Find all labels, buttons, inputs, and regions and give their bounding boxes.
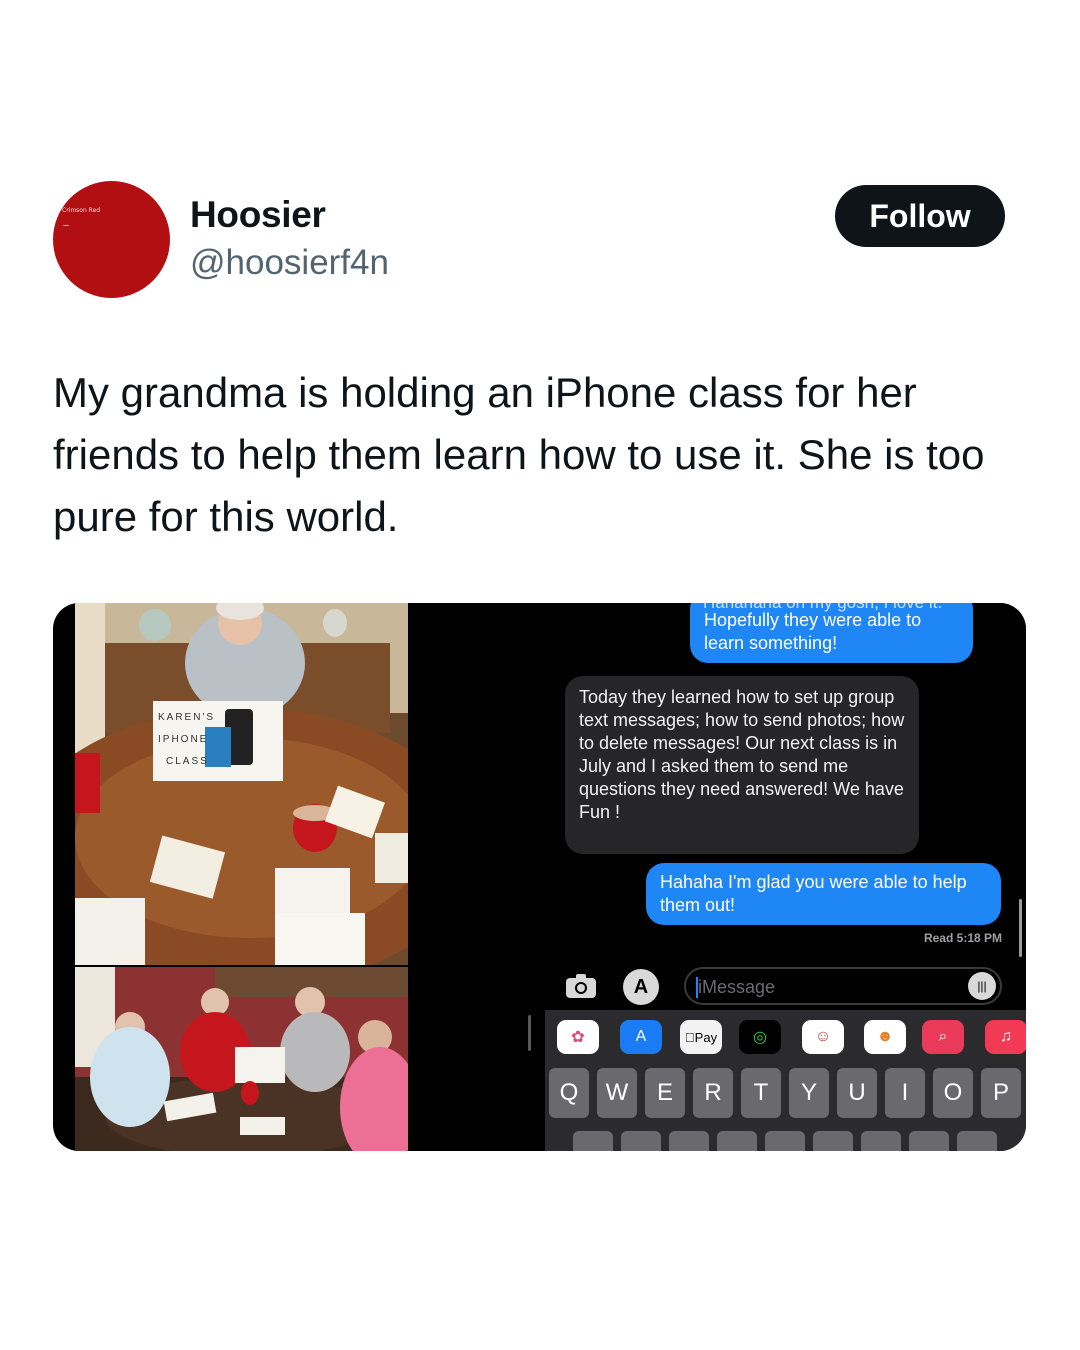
tweet-text: My grandma is holding an iPhone class fo… bbox=[53, 369, 985, 540]
key-second-row[interactable] bbox=[765, 1131, 805, 1151]
photo-grandma-table[interactable] bbox=[75, 603, 408, 965]
music-app-icon[interactable]: ♫ bbox=[985, 1020, 1026, 1054]
sign-line: KAREN'S bbox=[158, 712, 216, 723]
imessage-screenshot[interactable]: Hopefully they were able to learn someth… bbox=[545, 603, 1026, 1151]
photo-sign: KAREN'S IPHONE CLASS bbox=[158, 707, 215, 773]
imessage-placeholder: iMessage bbox=[698, 977, 776, 997]
apple-pay-label: Pay bbox=[685, 1029, 717, 1045]
sign-line: CLASS bbox=[166, 756, 209, 767]
key-second-row[interactable] bbox=[909, 1131, 949, 1151]
outgoing-message-bubble: Hahaha I'm glad you were able to help th… bbox=[646, 863, 1001, 925]
key-second-row[interactable] bbox=[813, 1131, 853, 1151]
apple-pay-icon[interactable]: Pay bbox=[680, 1020, 722, 1054]
key-y[interactable]: Y bbox=[789, 1068, 829, 1118]
incoming-message-bubble: Today they learned how to set up group t… bbox=[565, 676, 919, 854]
app-store-icon[interactable]: A bbox=[623, 969, 659, 1005]
image-search-icon[interactable]: ⌕ bbox=[922, 1020, 964, 1054]
read-receipt: Read 5:18 PM bbox=[923, 931, 1002, 945]
scroll-indicator bbox=[1019, 899, 1022, 957]
user-handle[interactable]: @hoosierf4n bbox=[190, 243, 389, 283]
incoming-message-text: Today they learned how to set up group t… bbox=[579, 687, 905, 822]
key-second-row[interactable] bbox=[717, 1131, 757, 1151]
media-divider bbox=[528, 1015, 531, 1051]
app-store-drawer-icon[interactable]: A bbox=[620, 1020, 662, 1054]
key-i[interactable]: I bbox=[885, 1068, 925, 1118]
memoji-stickers-icon[interactable]: ☺ bbox=[802, 1020, 844, 1054]
photo-group[interactable] bbox=[75, 967, 408, 1151]
display-name[interactable]: Hoosier bbox=[190, 194, 326, 236]
outgoing-message-text: Hahaha I'm glad you were able to help th… bbox=[660, 872, 967, 915]
key-t[interactable]: T bbox=[741, 1068, 781, 1118]
key-o[interactable]: O bbox=[933, 1068, 973, 1118]
key-q[interactable]: Q bbox=[549, 1068, 589, 1118]
ios-keyboard[interactable]: ✿ A Pay ◎ ☺ ☻ ⌕ ♫ Q W E R T Y U I O P bbox=[545, 1010, 1026, 1151]
tweet-media[interactable]: KAREN'S IPHONE CLASS Hopefully they were… bbox=[53, 603, 1026, 1151]
key-second-row[interactable] bbox=[861, 1131, 901, 1151]
follow-button[interactable]: Follow bbox=[835, 185, 1005, 247]
key-w[interactable]: W bbox=[597, 1068, 637, 1118]
key-p[interactable]: P bbox=[981, 1068, 1021, 1118]
key-second-row[interactable] bbox=[957, 1131, 997, 1151]
key-second-row[interactable] bbox=[669, 1131, 709, 1151]
audio-waveform-icon[interactable]: ||| bbox=[968, 972, 996, 1000]
avatar-mark bbox=[63, 225, 69, 226]
photos-app-icon[interactable]: ✿ bbox=[557, 1020, 599, 1054]
key-u[interactable]: U bbox=[837, 1068, 877, 1118]
outgoing-message-text: Hopefully they were able to learn someth… bbox=[704, 610, 922, 653]
sign-line: IPHONE bbox=[158, 734, 209, 745]
key-r[interactable]: R bbox=[693, 1068, 733, 1118]
avatar-caption: Crimson Red bbox=[62, 207, 101, 214]
fitness-app-icon[interactable]: ◎ bbox=[739, 1020, 781, 1054]
clipped-message-text: Hahahaha oh my gosh, I love it. bbox=[703, 603, 942, 613]
key-second-row[interactable] bbox=[573, 1131, 613, 1151]
camera-icon[interactable] bbox=[565, 973, 597, 999]
animoji-icon[interactable]: ☻ bbox=[864, 1020, 906, 1054]
key-e[interactable]: E bbox=[645, 1068, 685, 1118]
profile-avatar[interactable]: Crimson Red bbox=[53, 181, 170, 298]
imessage-input[interactable]: iMessage ||| bbox=[684, 967, 1002, 1005]
key-second-row[interactable] bbox=[621, 1131, 661, 1151]
